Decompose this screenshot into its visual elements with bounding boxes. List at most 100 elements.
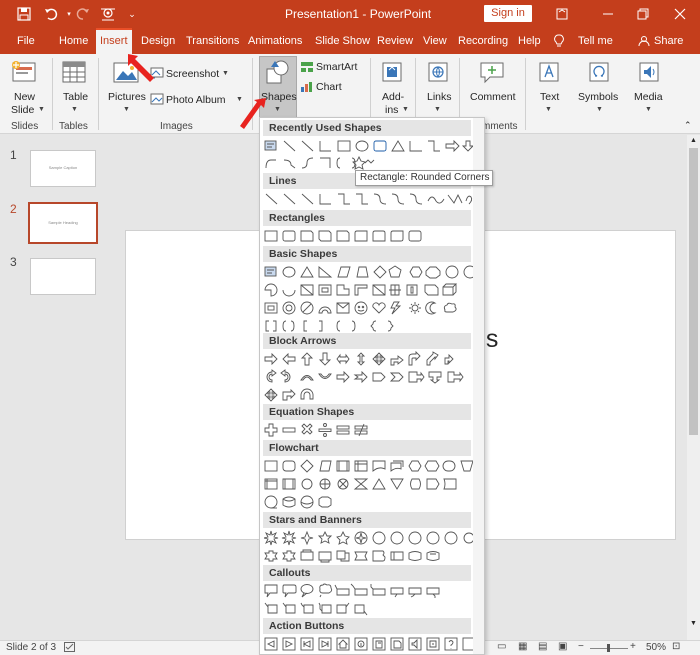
category-flowchart: Flowchart: [263, 440, 471, 456]
slideshow-view-icon[interactable]: ▣: [558, 641, 567, 652]
new-slide-label[interactable]: New: [14, 91, 35, 103]
chevron-down-icon[interactable]: ▼: [123, 106, 130, 113]
minimize-icon[interactable]: [598, 4, 618, 24]
redo-icon[interactable]: [73, 4, 93, 24]
lightbulb-icon[interactable]: [554, 28, 564, 54]
text-label[interactable]: Text: [540, 91, 559, 103]
tab-slideshow[interactable]: Slide Show: [315, 28, 370, 54]
category-callouts: Callouts: [263, 565, 471, 581]
slide-thumbnail[interactable]: Sample Caption: [30, 150, 96, 187]
share-icon[interactable]: [638, 28, 650, 54]
ribbon-display-icon[interactable]: [552, 4, 572, 24]
slide-number: 2: [10, 202, 17, 216]
chevron-down-icon[interactable]: ▼: [71, 106, 78, 113]
add-ins-icon[interactable]: [380, 60, 404, 87]
normal-view-icon[interactable]: ▭: [497, 641, 506, 652]
tab-help[interactable]: Help: [518, 28, 541, 54]
group-label-tables: Tables: [59, 121, 88, 132]
group-label-comments: mments: [482, 121, 518, 132]
category-stars-banners: Stars and Banners: [263, 512, 471, 528]
text-icon[interactable]: [537, 60, 561, 87]
collapse-ribbon-icon[interactable]: ⌃: [684, 120, 692, 131]
spelling-icon[interactable]: [64, 642, 75, 655]
pictures-label[interactable]: Pictures: [108, 91, 146, 103]
slide-sorter-icon[interactable]: ▦: [518, 641, 527, 652]
link-icon[interactable]: [426, 60, 450, 87]
shape-tooltip: Rectangle: Rounded Corners: [355, 170, 493, 186]
undo-icon[interactable]: [41, 4, 61, 24]
category-rectangles: Rectangles: [263, 210, 471, 226]
photo-album-label[interactable]: Photo Album: [166, 94, 226, 106]
tab-transitions[interactable]: Transitions: [186, 28, 239, 54]
tab-recording[interactable]: Recording: [458, 28, 508, 54]
comment-icon[interactable]: [478, 60, 506, 87]
presenter-icon[interactable]: [98, 4, 118, 24]
add-ins-label-2[interactable]: ins: [385, 104, 398, 116]
chevron-down-icon[interactable]: ▼: [402, 106, 409, 113]
new-slide-label-2[interactable]: Slide: [11, 104, 34, 116]
ribbon-tabs: File Home Insert Design Transitions Anim…: [0, 28, 700, 54]
category-equation-shapes: Equation Shapes: [263, 404, 471, 420]
tab-design[interactable]: Design: [141, 28, 175, 54]
tab-view[interactable]: View: [423, 28, 447, 54]
close-icon[interactable]: [670, 4, 690, 24]
chevron-down-icon[interactable]: ▼: [545, 106, 552, 113]
shapes-icon[interactable]: [265, 59, 291, 88]
screenshot-label[interactable]: Screenshot: [166, 68, 219, 80]
category-block-arrows: Block Arrows: [263, 333, 471, 349]
slide-thumbnail-selected[interactable]: Sample Heading: [28, 202, 98, 244]
chevron-down-icon[interactable]: ▼: [434, 106, 441, 113]
photo-album-icon[interactable]: [150, 93, 164, 108]
powerpoint-window: ▾ ⌄ Presentation1 - PowerPoint Sign in F…: [0, 0, 700, 655]
comment-label[interactable]: Comment: [470, 91, 516, 103]
new-slide-icon[interactable]: [10, 60, 38, 91]
reading-view-icon[interactable]: ▤: [538, 641, 547, 652]
fit-to-window-icon[interactable]: ⊡: [672, 641, 680, 652]
zoom-in-icon[interactable]: +: [630, 641, 636, 652]
tab-review[interactable]: Review: [377, 28, 413, 54]
category-basic-shapes: Basic Shapes: [263, 246, 471, 262]
table-icon[interactable]: [61, 60, 87, 89]
media-icon[interactable]: [637, 60, 661, 87]
thumbnail-text: Sample Caption: [48, 165, 78, 170]
zoom-level[interactable]: 50%: [646, 642, 666, 653]
customize-qat-icon[interactable]: ⌄: [122, 4, 142, 24]
window-title: Presentation1 - PowerPoint: [285, 7, 432, 21]
slide-thumbnail[interactable]: [30, 258, 96, 295]
chart-label[interactable]: Chart: [316, 81, 342, 93]
smartart-label[interactable]: SmartArt: [316, 61, 357, 73]
zoom-out-icon[interactable]: −: [578, 641, 584, 652]
links-label[interactable]: Links: [427, 91, 452, 103]
scrollbar-thumb[interactable]: [689, 148, 698, 435]
sign-in-button[interactable]: Sign in: [484, 5, 532, 22]
chart-icon[interactable]: [300, 81, 314, 96]
table-label[interactable]: Table: [63, 91, 88, 103]
shapes-menu-scrollbar[interactable]: [473, 118, 484, 654]
chevron-down-icon[interactable]: ▼: [222, 70, 229, 77]
title-bar: ▾ ⌄ Presentation1 - PowerPoint Sign in: [0, 0, 700, 28]
smartart-icon[interactable]: [300, 61, 314, 76]
share-button[interactable]: Share: [654, 28, 683, 54]
scroll-up-icon[interactable]: ▲: [690, 137, 697, 144]
tell-me-search[interactable]: Tell me: [578, 28, 613, 54]
scroll-down-icon[interactable]: ▼: [690, 620, 697, 627]
symbols-label[interactable]: Symbols: [578, 91, 618, 103]
tab-insert[interactable]: Insert: [96, 28, 132, 54]
chevron-down-icon[interactable]: ▼: [596, 106, 603, 113]
add-ins-label[interactable]: Add-: [382, 91, 404, 103]
divider: [525, 58, 526, 130]
tab-home[interactable]: Home: [59, 28, 88, 54]
slide-number: 1: [10, 148, 17, 162]
tab-animations[interactable]: Animations: [248, 28, 302, 54]
group-label-images: Images: [160, 121, 193, 132]
symbols-icon[interactable]: [587, 60, 611, 87]
save-icon[interactable]: [14, 4, 34, 24]
category-recently-used: Recently Used Shapes: [263, 120, 471, 136]
zoom-slider-thumb[interactable]: [607, 644, 610, 652]
media-label[interactable]: Media: [634, 91, 663, 103]
chevron-down-icon[interactable]: ▼: [38, 106, 45, 113]
tab-file[interactable]: File: [17, 28, 35, 54]
restore-icon[interactable]: [633, 4, 653, 24]
chevron-down-icon[interactable]: ▼: [645, 106, 652, 113]
chevron-down-icon[interactable]: ▼: [274, 106, 281, 113]
